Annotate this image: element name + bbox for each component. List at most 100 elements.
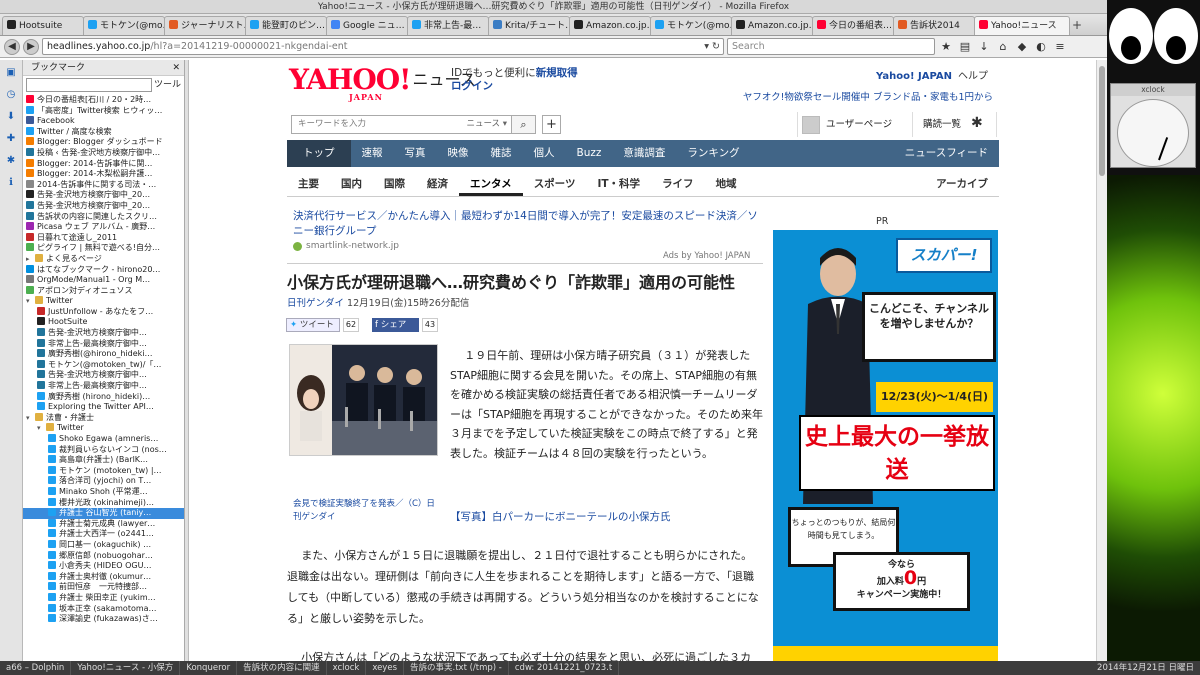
search-field[interactable]: Search: [727, 38, 935, 55]
bookmark-item[interactable]: Minako Shoh (平常運…: [23, 486, 184, 498]
yahoo-japan-link[interactable]: Yahoo! JAPAN: [876, 71, 952, 82]
source-link[interactable]: 日刊ゲンダイ: [287, 298, 344, 309]
history-icon[interactable]: ◷: [4, 88, 18, 102]
bookmark-item[interactable]: 坂本正幸 (sakamotoma…: [23, 603, 184, 615]
bookmark-item[interactable]: Shoko Egawa (amneris…: [23, 434, 184, 445]
category-tab[interactable]: エンタメ: [459, 174, 523, 196]
bookmark-item[interactable]: Exploring the Twitter API…: [23, 402, 184, 413]
category-tab[interactable]: スポーツ: [523, 174, 587, 196]
photo-caption[interactable]: 会見で検証実験終了を発表／（C）日刊ゲンダイ: [293, 498, 438, 524]
bookmark-item[interactable]: 岡口基一 (okaguchik) …: [23, 539, 184, 551]
bookmark-star-icon[interactable]: ★: [938, 39, 954, 55]
bookmark-item[interactable]: 投稿 ‹ 告発-金沢地方検察庁御中…: [23, 147, 184, 159]
bookmark-item[interactable]: 2014-告訴事件に関する司法・…: [23, 179, 184, 191]
bookmark-item[interactable]: Twitter / 高度な検索: [23, 126, 184, 138]
nav-item[interactable]: 個人: [523, 140, 566, 167]
bookmark-item[interactable]: HootSuite: [23, 317, 184, 328]
category-tab[interactable]: 主要: [287, 174, 330, 196]
bookmark-item[interactable]: 高島章(弁護士) (BarlK…: [23, 455, 184, 466]
browser-tab[interactable]: Amazon.co.jp…: [731, 16, 813, 35]
scrollbar-thumb[interactable]: [1099, 66, 1105, 176]
browser-tab[interactable]: Krita/チュート…: [488, 16, 570, 35]
back-button[interactable]: ◀: [4, 38, 20, 55]
bookmark-item[interactable]: ▾ 法曹・弁護士: [23, 412, 184, 424]
forward-button[interactable]: ▶: [23, 38, 39, 55]
facebook-share-button[interactable]: f シェア: [372, 318, 419, 332]
taskbar-item[interactable]: 告訴状の内容に関連: [237, 661, 327, 675]
nav-item[interactable]: 雑誌: [480, 140, 523, 167]
article-photo[interactable]: [289, 344, 438, 456]
bookmark-item[interactable]: はてなブックマーク - hirono20…: [23, 264, 184, 276]
browser-tab[interactable]: ジャーナリスト…: [164, 16, 246, 35]
new-tab-button[interactable]: +: [1069, 17, 1085, 35]
browser-tab[interactable]: モトケン(@mo…: [650, 16, 732, 35]
nav-item[interactable]: トップ: [287, 140, 351, 167]
bookmark-item[interactable]: 告発-金沢地方検察庁御中…: [23, 370, 184, 381]
bookmark-item[interactable]: 弁護士奥村徹 (okumur…: [23, 571, 184, 583]
bookmark-item[interactable]: モトケン (motoken_tw) |…: [23, 465, 184, 477]
bookmark-item[interactable]: 落合洋司 (yjochi) on T…: [23, 476, 184, 487]
expand-arrow-icon[interactable]: ▾: [37, 423, 46, 434]
settings-icon[interactable]: ✱: [4, 154, 18, 168]
photo-link[interactable]: 【写真】白パーカーにボニーテールの小保方氏: [450, 509, 671, 524]
bookmark-item[interactable]: 裁判員いらないインコ (nos…: [23, 444, 184, 456]
bookmark-item[interactable]: OrgMode/Manual1 - Org M…: [23, 275, 184, 286]
browser-tab[interactable]: Amazon.co.jp…: [569, 16, 651, 35]
bookmark-item[interactable]: ▸ よく見るページ: [23, 253, 184, 265]
nav-item[interactable]: 写真: [394, 140, 437, 167]
bookmark-item[interactable]: 非常上告-最高検察庁御中…: [23, 381, 184, 392]
taskbar-item[interactable]: 告訴の事実.txt (/tmp) -: [404, 661, 509, 675]
archive-link[interactable]: アーカイブ: [925, 174, 999, 196]
addons-icon[interactable]: ✚: [4, 132, 18, 146]
sidebar-search-input[interactable]: [26, 78, 152, 92]
auction-promo-link[interactable]: ヤフオク!物欲祭セール開催中 ブランド品・家電も1円から: [743, 89, 993, 103]
browser-tab[interactable]: Yahoo!ニュース: [974, 16, 1070, 35]
signup-link[interactable]: 新規取得: [536, 67, 578, 79]
taskbar-item[interactable]: Yahoo!ニュース - 小保方: [71, 661, 181, 675]
bookmark-item[interactable]: モトケン(@motoken_tw)/「…: [23, 359, 184, 371]
category-tab[interactable]: ライフ: [651, 174, 705, 196]
gear-icon[interactable]: ✱: [971, 115, 983, 131]
download-icon[interactable]: ↓: [976, 39, 992, 55]
browser-tab[interactable]: 告訴状2014: [893, 16, 975, 35]
bookmark-item[interactable]: 日暮れて途遠し_2011: [23, 232, 184, 244]
search-category-select[interactable]: ニュース ▾: [466, 116, 507, 133]
category-tab[interactable]: 経済: [416, 174, 459, 196]
bookmark-item[interactable]: 弁護士大西洋一 (o2441…: [23, 529, 184, 540]
bookmark-item[interactable]: ▾ Twitter: [23, 423, 184, 434]
nav-item[interactable]: ランキング: [676, 140, 750, 167]
downloads-icon[interactable]: ⬇: [4, 110, 18, 124]
pocket-icon[interactable]: ◆: [1014, 39, 1030, 55]
subscriptions-link[interactable]: 購読一覧: [912, 112, 961, 137]
nav-item-newsfeed[interactable]: ニュースフィード: [894, 140, 999, 167]
ad-text[interactable]: 決済代行サービス／かんたん導入｜最短わずか14日間で導入が完了！安定最速のスピー…: [293, 209, 763, 239]
bookmark-item[interactable]: ピグライフ | 無料で遊べる!自分…: [23, 243, 184, 254]
nav-item[interactable]: 映像: [437, 140, 480, 167]
bookmark-item[interactable]: アポロン対ディオニュソス: [23, 285, 184, 297]
info-icon[interactable]: ℹ: [4, 176, 18, 190]
bookmark-item[interactable]: 告発-金沢地方検察庁御中_20…: [23, 200, 184, 212]
category-tab[interactable]: 地域: [705, 174, 748, 196]
taskbar-item[interactable]: xclock: [327, 661, 367, 675]
browser-tab[interactable]: 非常上告-最…: [407, 16, 489, 35]
reload-icon[interactable]: ▾ ↻: [704, 39, 720, 54]
bookmark-item[interactable]: ▾ Twitter: [23, 296, 184, 307]
bookmark-item[interactable]: Blogger: 2014-木梨松嗣弁護…: [23, 169, 184, 180]
bookmark-item[interactable]: 告訴状の内容に関連したスクリ…: [23, 211, 184, 223]
bookmark-item[interactable]: 深澤諭史 (fukazawas)さ…: [23, 614, 184, 625]
bookmark-item[interactable]: 櫻井光政 (okinahimeji)…: [23, 497, 184, 509]
search-icon[interactable]: ⌕: [511, 116, 535, 133]
bookmark-item[interactable]: 郷原信郎 (nobuogohar…: [23, 550, 184, 562]
sidebar-tools-button[interactable]: ツール: [154, 78, 181, 93]
bookmark-item[interactable]: 告発-金沢地方検察庁御中_20…: [23, 190, 184, 201]
bookmark-item[interactable]: 弁護士 谷山智光 (taniy…: [23, 508, 184, 519]
browser-tab[interactable]: 今日の番組表…: [812, 16, 894, 35]
add-button[interactable]: +: [542, 115, 561, 134]
user-page-link[interactable]: ユーザーページ: [826, 119, 892, 130]
yahoo-news-logo[interactable]: YAHOO! ニュース JAPAN: [289, 63, 476, 102]
menu-icon[interactable]: ≡: [1052, 39, 1068, 55]
bookmark-item[interactable]: 今日の番組表[石川 / 20・2時…: [23, 95, 184, 106]
browser-tab[interactable]: モトケン(@mo…: [83, 16, 165, 35]
text-ad[interactable]: 決済代行サービス／かんたん導入｜最短わずか14日間で導入が完了！安定最速のスピー…: [293, 209, 763, 254]
tweet-button[interactable]: ✦ ツイート: [286, 318, 340, 332]
